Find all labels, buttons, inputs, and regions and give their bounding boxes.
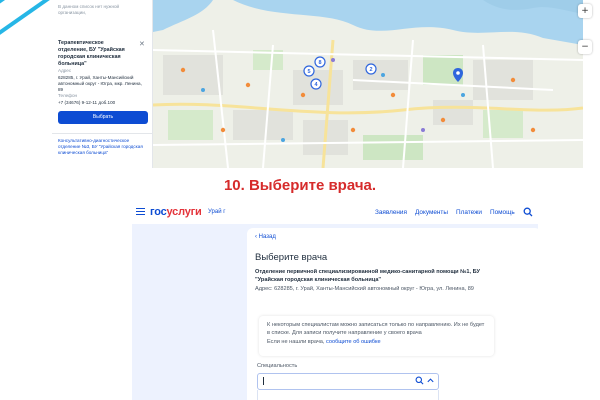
map-edge: [583, 0, 600, 168]
divider: [52, 133, 153, 134]
address-label: Адрес: [58, 68, 72, 73]
department-name: Отделение первичной специализированной м…: [255, 269, 480, 283]
zoom-in-button[interactable]: +: [578, 4, 592, 18]
nav-payments[interactable]: Платежи: [456, 209, 482, 216]
phone-label: Телефон: [58, 93, 78, 98]
map-marker-label: 2: [369, 67, 372, 73]
specialty-label: Специальность: [257, 363, 298, 369]
organization-title: Терапевтическое отделение, БУ "Урайская …: [58, 40, 125, 67]
chevron-up-icon[interactable]: [426, 376, 435, 385]
info-link-prefix: Если не нашли врача,: [267, 339, 325, 345]
nav-applications[interactable]: Заявления: [375, 209, 407, 216]
info-text: К некоторым специалистам можно записатьс…: [267, 322, 485, 336]
phone-text: +7 (34676) 9-12-11 доб.100: [58, 100, 116, 105]
menu-icon[interactable]: [136, 208, 145, 216]
map-screenshot: 8 5 4 2 + − В данном список нет нужной о…: [0, 0, 600, 168]
next-organization-link[interactable]: Консультативно-диагностическое отделение…: [58, 138, 150, 156]
gosuslugi-screenshot: госуслуги Урай г Заявления Документы Пла…: [132, 200, 538, 400]
map-marker-label: 5: [307, 69, 310, 75]
nav-help[interactable]: Помощь: [490, 209, 515, 216]
select-button[interactable]: Выбрать: [58, 111, 148, 124]
search-icon[interactable]: [523, 207, 533, 217]
content-panel: ‹ Назад Выберите врача Отделение первичн…: [247, 228, 538, 400]
report-error-link[interactable]: сообщите об ошибке: [326, 339, 381, 345]
nav-documents[interactable]: Документы: [415, 209, 448, 216]
address-text: 628285, г. Урай, Ханты-Мансийский автоно…: [58, 75, 142, 92]
map-graphic: 8 5 4 2: [153, 0, 583, 168]
specialty-input-overlay: [257, 373, 439, 390]
text-caret: [263, 377, 264, 385]
organization-card: В данном список нет нужной организации, …: [52, 0, 153, 168]
info-link-line: Если не нашли врача, сообщите об ошибке: [267, 338, 486, 346]
site-logo[interactable]: госуслуги: [150, 206, 202, 218]
step-caption: 10. Выберите врача.: [223, 177, 377, 194]
specialty-dropdown[interactable]: [257, 390, 439, 400]
page: 8 5 4 2 + − В данном список нет нужной о…: [0, 0, 600, 400]
region-selector[interactable]: Урай г: [208, 209, 225, 215]
card-note: В данном список нет нужной организации,: [58, 4, 120, 15]
zoom-out-button[interactable]: −: [578, 40, 592, 54]
search-icon[interactable]: [415, 376, 424, 385]
back-link[interactable]: ‹ Назад: [255, 234, 276, 240]
map-marker-label: 8: [318, 60, 321, 66]
close-icon[interactable]: ✕: [139, 40, 145, 48]
department-address: Адрес: 628285, г. Урай, Ханты-Мансийский…: [255, 286, 474, 292]
site-header: госуслуги Урай г Заявления Документы Пла…: [132, 200, 538, 224]
info-box: К некоторым специалистам можно записатьс…: [259, 316, 494, 356]
map-view[interactable]: 8 5 4 2: [153, 0, 583, 168]
page-title: Выберите врача: [255, 252, 328, 263]
